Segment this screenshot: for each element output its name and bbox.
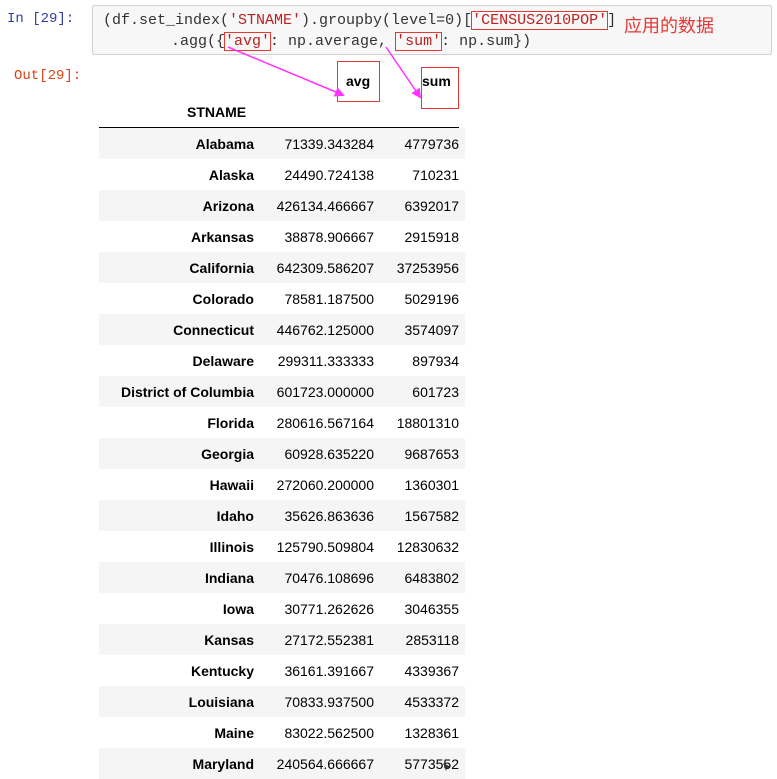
arrow-to-avg (227, 46, 345, 97)
cursor-icon (443, 758, 451, 771)
arrow-to-sum (385, 46, 422, 99)
annotation-arrows (227, 46, 422, 99)
